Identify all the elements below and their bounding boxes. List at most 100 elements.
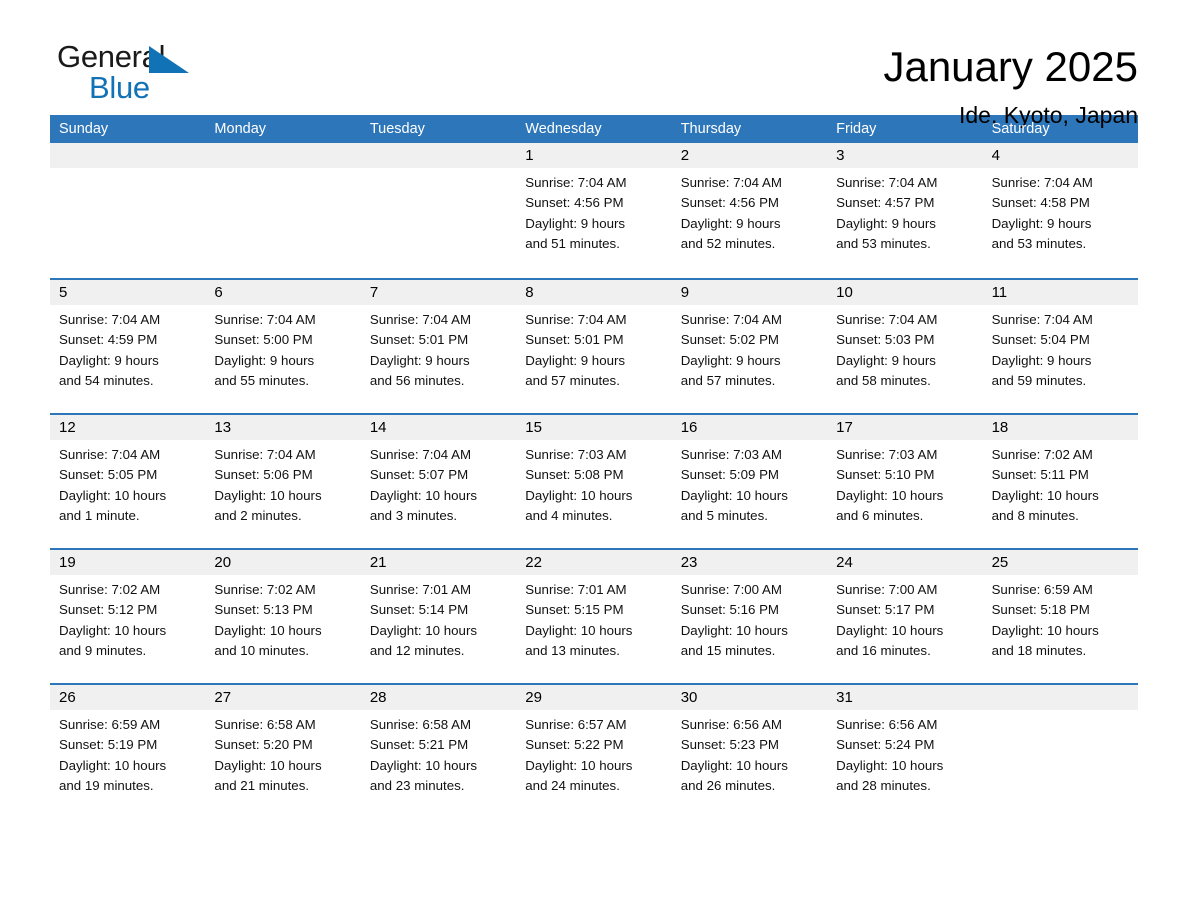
day-cell[interactable]: 24 Sunrise: 7:00 AM Sunset: 5:17 PM Dayl… <box>827 550 983 676</box>
calendar-week-row: 1 Sunrise: 7:04 AM Sunset: 4:56 PM Dayli… <box>50 143 1138 271</box>
day-cell[interactable]: 28 Sunrise: 6:58 AM Sunset: 5:21 PM Dayl… <box>360 685 517 811</box>
sunset-text: Sunset: 4:58 PM <box>991 195 1090 211</box>
day-cell[interactable]: 26 Sunrise: 6:59 AM Sunset: 5:19 PM Dayl… <box>50 685 206 811</box>
day-cell[interactable]: 25 Sunrise: 6:59 AM Sunset: 5:18 PM Dayl… <box>982 550 1138 676</box>
day-cell[interactable]: 16 Sunrise: 7:03 AM Sunset: 5:09 PM Dayl… <box>671 415 828 541</box>
day-details: Sunrise: 6:57 AM Sunset: 5:22 PM Dayligh… <box>516 710 671 796</box>
day-number: 15 <box>516 415 672 440</box>
daylight-text-line1: Daylight: 9 hours <box>680 215 781 231</box>
sunset-text: Sunset: 4:56 PM <box>525 195 624 211</box>
sunset-text: Sunset: 5:16 PM <box>680 602 780 618</box>
sunset-text: Sunset: 5:10 PM <box>836 467 935 483</box>
daylight-text-line1: Daylight: 10 hours <box>59 757 167 773</box>
day-details: Sunrise: 7:01 AM Sunset: 5:14 PM Dayligh… <box>361 575 516 661</box>
daylight-text-line2: and 58 minutes. <box>836 372 931 388</box>
day-cell[interactable]: 13 Sunrise: 7:04 AM Sunset: 5:06 PM Dayl… <box>205 415 361 541</box>
daylight-text-line2: and 26 minutes. <box>680 777 776 793</box>
day-details <box>205 168 360 173</box>
daylight-text-line2: and 16 minutes. <box>836 642 931 658</box>
day-cell[interactable]: 10 Sunrise: 7:04 AM Sunset: 5:03 PM Dayl… <box>827 280 983 406</box>
weekday-saturday: Saturday <box>991 121 1050 137</box>
day-cell[interactable]: 11 Sunrise: 7:04 AM Sunset: 5:04 PM Dayl… <box>982 280 1138 406</box>
day-details: Sunrise: 7:03 AM Sunset: 5:09 PM Dayligh… <box>672 440 827 526</box>
sunrise-text: Sunrise: 7:04 AM <box>214 447 316 462</box>
calendar-week-row: 26 Sunrise: 6:59 AM Sunset: 5:19 PM Dayl… <box>50 683 1138 811</box>
day-cell[interactable]: 6 Sunrise: 7:04 AM Sunset: 5:00 PM Dayli… <box>205 280 361 406</box>
day-cell[interactable] <box>50 143 206 271</box>
logo-triangle-icon <box>149 46 189 73</box>
calendar-week-row: 12 Sunrise: 7:04 AM Sunset: 5:05 PM Dayl… <box>50 413 1138 541</box>
day-cell[interactable]: 20 Sunrise: 7:02 AM Sunset: 5:13 PM Dayl… <box>205 550 361 676</box>
day-details: Sunrise: 7:04 AM Sunset: 5:01 PM Dayligh… <box>361 305 516 391</box>
day-cell[interactable]: 30 Sunrise: 6:56 AM Sunset: 5:23 PM Dayl… <box>671 685 828 811</box>
weekday-thursday: Thursday <box>680 121 742 137</box>
day-cell[interactable]: 1 Sunrise: 7:04 AM Sunset: 4:56 PM Dayli… <box>516 143 672 271</box>
day-cell[interactable]: 14 Sunrise: 7:04 AM Sunset: 5:07 PM Dayl… <box>360 415 517 541</box>
daylight-text-line2: and 55 minutes. <box>214 372 310 388</box>
day-cell[interactable]: 21 Sunrise: 7:01 AM Sunset: 5:14 PM Dayl… <box>360 550 517 676</box>
sunrise-text: Sunrise: 7:02 AM <box>991 447 1093 462</box>
daylight-text-line2: and 23 minutes. <box>369 777 465 793</box>
day-number: 12 <box>50 415 206 440</box>
day-number: 10 <box>827 280 983 305</box>
day-details: Sunrise: 7:04 AM Sunset: 5:05 PM Dayligh… <box>50 440 205 526</box>
day-number: 31 <box>827 685 983 710</box>
day-cell[interactable]: 22 Sunrise: 7:01 AM Sunset: 5:15 PM Dayl… <box>516 550 672 676</box>
day-details: Sunrise: 7:04 AM Sunset: 4:56 PM Dayligh… <box>516 168 671 254</box>
day-cell[interactable]: 18 Sunrise: 7:02 AM Sunset: 5:11 PM Dayl… <box>982 415 1138 541</box>
day-cell[interactable]: 31 Sunrise: 6:56 AM Sunset: 5:24 PM Dayl… <box>827 685 983 811</box>
day-cell[interactable]: 17 Sunrise: 7:03 AM Sunset: 5:10 PM Dayl… <box>827 415 983 541</box>
daylight-text-line2: and 57 minutes. <box>680 372 776 388</box>
day-cell[interactable]: 29 Sunrise: 6:57 AM Sunset: 5:22 PM Dayl… <box>516 685 672 811</box>
daylight-text-line2: and 8 minutes. <box>991 507 1079 523</box>
sunrise-text: Sunrise: 6:56 AM <box>836 717 938 732</box>
sunset-text: Sunset: 4:56 PM <box>680 195 780 211</box>
daylight-text-line1: Daylight: 9 hours <box>369 352 470 368</box>
day-cell[interactable]: 5 Sunrise: 7:04 AM Sunset: 4:59 PM Dayli… <box>50 280 206 406</box>
day-cell[interactable]: 15 Sunrise: 7:03 AM Sunset: 5:08 PM Dayl… <box>516 415 672 541</box>
daylight-text-line2: and 9 minutes. <box>59 642 147 658</box>
sunset-text: Sunset: 4:59 PM <box>59 332 158 348</box>
daylight-text-line1: Daylight: 9 hours <box>525 352 626 368</box>
day-cell[interactable] <box>205 143 361 271</box>
daylight-text-line2: and 4 minutes. <box>525 507 613 523</box>
weekday-wednesday: Wednesday <box>525 121 602 137</box>
calendar-week-row: 5 Sunrise: 7:04 AM Sunset: 4:59 PM Dayli… <box>50 278 1138 406</box>
day-cell[interactable]: 12 Sunrise: 7:04 AM Sunset: 5:05 PM Dayl… <box>50 415 206 541</box>
day-cell[interactable] <box>982 685 1138 811</box>
day-cell[interactable]: 8 Sunrise: 7:04 AM Sunset: 5:01 PM Dayli… <box>516 280 672 406</box>
day-cell[interactable]: 7 Sunrise: 7:04 AM Sunset: 5:01 PM Dayli… <box>360 280 517 406</box>
day-details: Sunrise: 6:58 AM Sunset: 5:20 PM Dayligh… <box>205 710 360 796</box>
sunrise-text: Sunrise: 7:01 AM <box>369 582 472 597</box>
weekday-monday: Monday <box>214 121 267 137</box>
daylight-text-line2: and 12 minutes. <box>369 642 465 658</box>
day-details: Sunrise: 7:00 AM Sunset: 5:17 PM Dayligh… <box>827 575 982 661</box>
daylight-text-line1: Daylight: 10 hours <box>525 757 633 773</box>
day-cell[interactable]: 23 Sunrise: 7:00 AM Sunset: 5:16 PM Dayl… <box>671 550 828 676</box>
sunset-text: Sunset: 5:08 PM <box>525 467 624 483</box>
day-number: 6 <box>205 280 361 305</box>
day-details: Sunrise: 7:04 AM Sunset: 5:06 PM Dayligh… <box>205 440 360 526</box>
daylight-text-line2: and 57 minutes. <box>525 372 620 388</box>
daylight-text-line1: Daylight: 9 hours <box>59 352 159 368</box>
day-cell[interactable]: 9 Sunrise: 7:04 AM Sunset: 5:02 PM Dayli… <box>671 280 828 406</box>
day-number: 26 <box>50 685 206 710</box>
day-cell[interactable]: 3 Sunrise: 7:04 AM Sunset: 4:57 PM Dayli… <box>827 143 983 271</box>
day-details: Sunrise: 7:04 AM Sunset: 5:00 PM Dayligh… <box>205 305 360 391</box>
sunset-text: Sunset: 5:21 PM <box>369 737 469 753</box>
day-details: Sunrise: 7:04 AM Sunset: 5:07 PM Dayligh… <box>361 440 516 526</box>
day-cell[interactable]: 4 Sunrise: 7:04 AM Sunset: 4:58 PM Dayli… <box>982 143 1138 271</box>
day-cell[interactable]: 19 Sunrise: 7:02 AM Sunset: 5:12 PM Dayl… <box>50 550 206 676</box>
day-cell[interactable]: 27 Sunrise: 6:58 AM Sunset: 5:20 PM Dayl… <box>205 685 361 811</box>
sunrise-text: Sunrise: 7:04 AM <box>836 312 938 327</box>
general-blue-logo: General Blue <box>50 40 200 103</box>
day-cell[interactable] <box>360 143 517 271</box>
day-cell[interactable]: 2 Sunrise: 7:04 AM Sunset: 4:56 PM Dayli… <box>671 143 828 271</box>
sunset-text: Sunset: 5:03 PM <box>836 332 935 348</box>
day-details: Sunrise: 7:01 AM Sunset: 5:15 PM Dayligh… <box>516 575 671 661</box>
day-number: 19 <box>50 550 206 575</box>
day-number: 4 <box>982 143 1138 168</box>
sunset-text: Sunset: 5:20 PM <box>214 737 313 753</box>
daylight-text-line1: Daylight: 9 hours <box>991 352 1092 368</box>
sunrise-text: Sunrise: 7:03 AM <box>680 447 782 462</box>
